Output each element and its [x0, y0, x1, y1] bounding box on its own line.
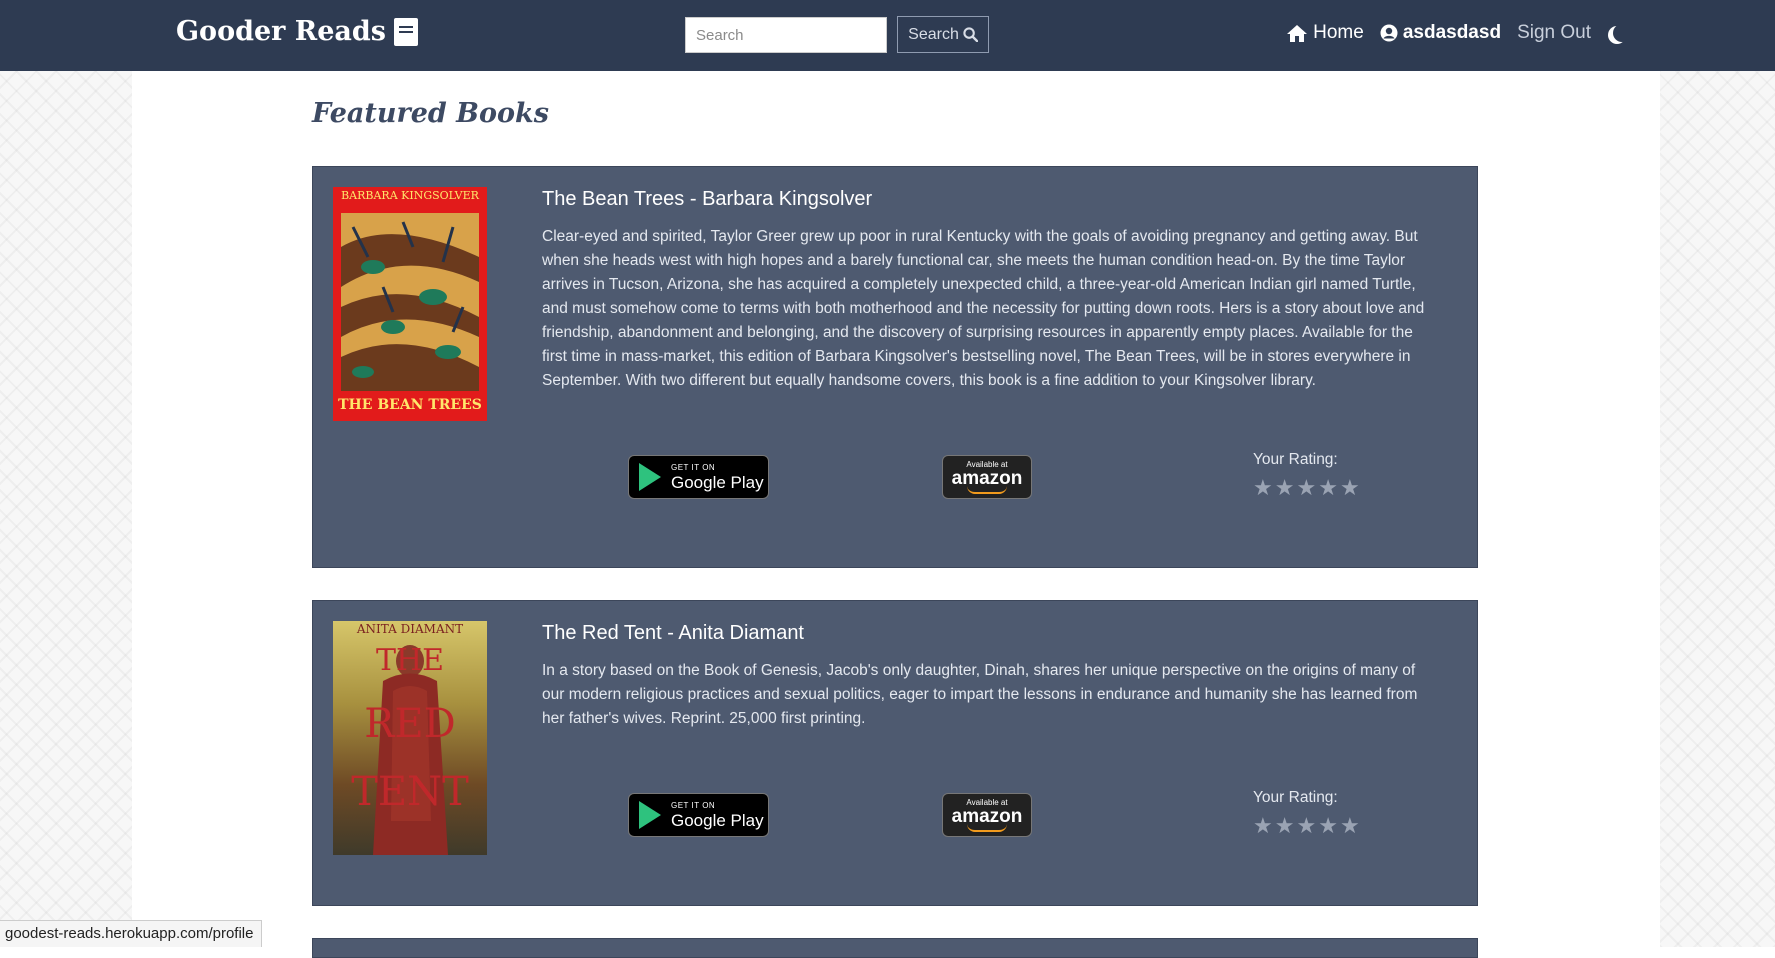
google-play-icon	[639, 801, 661, 829]
status-bar-url: goodest-reads.herokuapp.com/profile	[0, 920, 263, 947]
rating-label: Your Rating:	[1253, 451, 1338, 468]
search-button[interactable]: Search	[897, 16, 989, 53]
book-icon	[393, 17, 418, 46]
cover-author: BARBARA KINGSOLVER	[341, 189, 479, 202]
cover-title-line3: TENT	[351, 769, 469, 815]
book-card	[312, 938, 1478, 958]
google-play-small-text: GET IT ON	[671, 462, 716, 472]
book-description: In a story based on the Book of Genesis,…	[542, 662, 1418, 727]
google-play-small-text: GET IT ON	[671, 800, 716, 810]
brand-logo[interactable]: Gooder Reads	[176, 16, 418, 47]
rating-label: Your Rating:	[1253, 789, 1338, 806]
rating-widget: Your Rating: ★ ★ ★ ★ ★	[1253, 789, 1360, 837]
book-description: Clear-eyed and spirited, Taylor Greer gr…	[542, 228, 1425, 389]
google-play-button[interactable]: GET IT ON Google Play	[628, 793, 769, 837]
home-icon	[1287, 24, 1308, 42]
star-icon[interactable]: ★	[1318, 477, 1338, 499]
google-play-text: Google Play	[671, 810, 764, 830]
star-icon[interactable]: ★	[1318, 815, 1338, 837]
profile-link[interactable]: asdasdasd	[1380, 22, 1501, 44]
background-pattern-left	[0, 71, 132, 947]
star-rating: ★ ★ ★ ★ ★	[1253, 815, 1360, 837]
google-play-button[interactable]: GET IT ON Google Play	[628, 455, 769, 499]
star-icon[interactable]: ★	[1275, 477, 1295, 499]
amazon-button[interactable]: Available at amazon	[942, 455, 1032, 499]
cover-author: ANITA DIAMANT	[356, 622, 464, 636]
star-icon[interactable]: ★	[1340, 477, 1360, 499]
background-pattern-right	[1660, 71, 1775, 947]
book-title[interactable]: The Bean Trees - Barbara Kingsolver	[542, 188, 872, 211]
book-cover-bean-trees[interactable]: BARBARA KINGSOLVER THE BEAN TREES	[333, 187, 487, 421]
book-card: BARBARA KINGSOLVER THE BEAN TREES The Be…	[312, 166, 1478, 568]
search-input[interactable]	[685, 17, 887, 53]
star-icon[interactable]: ★	[1253, 815, 1273, 837]
section-title: Featured Books	[312, 98, 549, 129]
star-rating: ★ ★ ★ ★ ★	[1253, 477, 1360, 499]
cover-title-line1: THE	[375, 643, 445, 678]
star-icon[interactable]: ★	[1253, 477, 1273, 499]
nav-links: Home asdasdasd Sign Out	[1286, 22, 1625, 44]
amazon-text: amazon	[951, 467, 1023, 489]
username-label: asdasdasd	[1402, 22, 1502, 43]
star-icon[interactable]: ★	[1296, 815, 1316, 837]
top-navbar: Gooder Reads Search Home asdasdasd Sign …	[0, 0, 1775, 71]
search-icon	[963, 27, 978, 42]
search-button-label: Search	[908, 25, 959, 43]
amazon-button[interactable]: Available at amazon	[942, 793, 1032, 837]
star-icon[interactable]: ★	[1296, 477, 1316, 499]
sign-out-link[interactable]: Sign Out	[1517, 22, 1591, 44]
moon-icon[interactable]	[1613, 24, 1631, 42]
user-circle-icon	[1380, 24, 1398, 42]
book-title[interactable]: The Red Tent - Anita Diamant	[542, 622, 804, 645]
amazon-text: amazon	[951, 805, 1023, 827]
home-link[interactable]: Home	[1286, 22, 1364, 44]
brand-name[interactable]: Gooder Reads	[176, 16, 386, 47]
star-icon[interactable]: ★	[1275, 815, 1295, 837]
cover-title: THE BEAN TREES	[338, 397, 482, 413]
rating-widget: Your Rating: ★ ★ ★ ★ ★	[1253, 451, 1360, 499]
cover-title-line2: RED	[364, 701, 456, 747]
google-play-text: Google Play	[671, 472, 764, 492]
google-play-icon	[639, 463, 661, 491]
star-icon[interactable]: ★	[1340, 815, 1360, 837]
book-cover-art	[341, 213, 479, 391]
book-card: ANITA DIAMANT THE RED TENT The Red Tent …	[312, 600, 1478, 906]
home-label: Home	[1313, 22, 1364, 43]
book-cover-red-tent[interactable]: ANITA DIAMANT THE RED TENT	[333, 621, 487, 855]
